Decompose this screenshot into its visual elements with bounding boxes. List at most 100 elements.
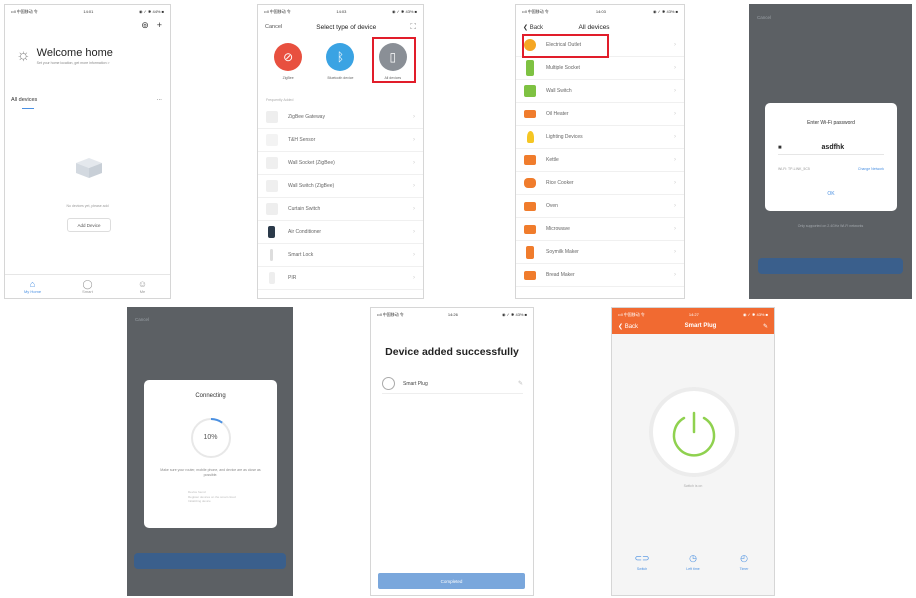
item-label: Wall Socket (ZigBee): [288, 160, 335, 166]
list-item[interactable]: PIR ›: [258, 267, 423, 290]
tab-label: My Home: [23, 289, 42, 294]
carrier: ••ll 中国移动 令: [522, 8, 549, 14]
tab-bar: ⌂ My Home ◯ Smart ☺ Me: [5, 274, 170, 298]
item-label: Curtain Switch: [288, 206, 321, 212]
item-label: ZigBee Gateway: [288, 114, 325, 120]
oven-icon: [524, 201, 536, 211]
edit-icon[interactable]: ✎: [763, 323, 768, 330]
bulb-icon: [527, 131, 534, 143]
item-label: PIR: [288, 275, 297, 281]
soymilk-maker-icon: [526, 245, 534, 259]
tab-me[interactable]: ☺ Me: [115, 275, 170, 298]
cancel-button[interactable]: Cancel: [757, 15, 771, 20]
change-network-link[interactable]: Change Network: [858, 167, 884, 171]
power-button[interactable]: [653, 391, 735, 473]
back-button[interactable]: ❮ Back: [618, 323, 638, 330]
list-item[interactable]: Oil Heater ›: [516, 103, 684, 126]
item-label: Rice Cooker: [546, 180, 574, 186]
edit-icon[interactable]: ✎: [518, 380, 523, 387]
password-field[interactable]: ■ asdfhk: [778, 141, 884, 155]
step-list: Device found Register devices on the sma…: [188, 490, 236, 504]
list-item[interactable]: Soymilk Maker ›: [516, 241, 684, 264]
list-item[interactable]: Wall Socket (ZigBee) ›: [258, 152, 423, 175]
tab-my-home[interactable]: ⌂ My Home: [5, 275, 60, 298]
power-icon: [672, 411, 716, 457]
item-label: Kettle: [546, 157, 559, 163]
connecting-dialog: Connecting 10% Make sure your router, mo…: [144, 380, 277, 528]
category-zigbee[interactable]: ⊘ ZigBee: [265, 43, 311, 80]
cancel-button[interactable]: Cancel: [135, 317, 149, 322]
switch-action[interactable]: ⊂⊃ Switch: [622, 553, 662, 571]
pir-icon: [269, 272, 275, 284]
more-button[interactable]: ···: [157, 97, 163, 103]
battery: ◉ ✓ ✱ 43% ■: [391, 9, 417, 14]
curtain-switch-icon: [266, 203, 278, 215]
list-item[interactable]: Curtain Switch ›: [258, 198, 423, 221]
chevron-right-icon: ›: [674, 272, 676, 278]
list-item[interactable]: Wall Switch ›: [516, 80, 684, 103]
screen-device-added: ••ll 中国移动 令 14:26 ◉ ✓ ✱ 43% ■ Device add…: [370, 307, 534, 596]
chevron-right-icon: ›: [674, 134, 676, 140]
welcome-title: Welcome home: [36, 47, 113, 59]
scan-icon[interactable]: ⛶: [410, 22, 416, 32]
item-label: Smart Lock: [288, 252, 314, 258]
page-title: Select type of device: [316, 23, 377, 31]
time: 14:03: [336, 9, 347, 14]
list-item[interactable]: Microwave ›: [516, 218, 684, 241]
list-item[interactable]: T&H Sensor ›: [258, 129, 423, 152]
microwave-icon: [524, 224, 536, 234]
lock-icon: [270, 249, 273, 261]
list-item[interactable]: ZigBee Gateway ›: [258, 106, 423, 129]
chevron-right-icon: ›: [413, 229, 415, 235]
item-label: Air Conditioner: [288, 229, 322, 235]
list-item[interactable]: Bread Maker ›: [516, 264, 684, 287]
left-time-action[interactable]: ◷ Left time: [673, 553, 713, 571]
camera-icon[interactable]: ⊚: [141, 20, 149, 31]
item-label: Lighting Devices: [546, 134, 583, 140]
list-item[interactable]: Rice Cooker ›: [516, 172, 684, 195]
action-bar: ⊂⊃ Switch ◷ Left time ◴ Timer: [622, 553, 764, 571]
list-item[interactable]: Kettle ›: [516, 149, 684, 172]
welcome-subtitle[interactable]: Set your home location, get more informa…: [37, 61, 113, 65]
cancel-button[interactable]: Cancel: [265, 24, 282, 30]
bread-maker-icon: [524, 270, 536, 280]
action-label: Switch: [636, 567, 648, 571]
carrier: ••ll 中国移动 令: [377, 311, 404, 317]
chevron-right-icon: ›: [413, 275, 415, 281]
battery: ◉ ✓ ✱ 43% ■: [742, 312, 768, 317]
next-button[interactable]: [758, 258, 903, 274]
ok-button[interactable]: OK: [765, 191, 897, 197]
back-button[interactable]: ❮ Back: [523, 24, 543, 31]
list-item[interactable]: Lighting Devices ›: [516, 126, 684, 149]
next-button[interactable]: [134, 553, 286, 569]
zigbee-gateway-icon: [266, 111, 278, 123]
list-item[interactable]: Air Conditioner ›: [258, 221, 423, 244]
kettle-icon: [524, 155, 536, 165]
timer-action[interactable]: ◴ Timer: [724, 553, 764, 571]
add-icon[interactable]: +: [157, 20, 162, 31]
category-bluetooth[interactable]: ᛒ Bluetooth device: [317, 43, 363, 80]
action-label: Left time: [686, 567, 700, 571]
add-device-button[interactable]: Add Device: [67, 218, 111, 232]
all-devices-tab[interactable]: All devices: [11, 97, 37, 103]
list-item[interactable]: Wall Switch (ZigBee) ›: [258, 175, 423, 198]
device-name: Smart Plug: [403, 380, 428, 387]
device-row[interactable]: Smart Plug ✎: [382, 374, 523, 394]
password-value: asdfhk: [821, 144, 845, 151]
clock-icon: ◷: [689, 553, 697, 563]
screen-all-devices: ••ll 中国移动 令 14:03 ◉ ✓ ✱ 43% ■ ❮ Back All…: [515, 4, 685, 299]
item-label: Multiple Socket: [546, 65, 580, 71]
list-item[interactable]: Multiple Socket ›: [516, 57, 684, 80]
smart-icon: ◯: [82, 279, 93, 289]
chevron-right-icon: ›: [674, 157, 676, 163]
completed-button[interactable]: Completed: [378, 573, 525, 589]
list-item[interactable]: Smart Lock ›: [258, 244, 423, 267]
item-label: Soymilk Maker: [546, 249, 579, 255]
chevron-right-icon: ›: [413, 114, 415, 120]
sun-icon: ☼: [16, 47, 31, 64]
tab-smart[interactable]: ◯ Smart: [60, 275, 115, 298]
tab-label: Me: [139, 289, 146, 294]
list-item[interactable]: Oven ›: [516, 195, 684, 218]
empty-box-illustration: [72, 155, 106, 179]
sensor-icon: [266, 134, 278, 146]
